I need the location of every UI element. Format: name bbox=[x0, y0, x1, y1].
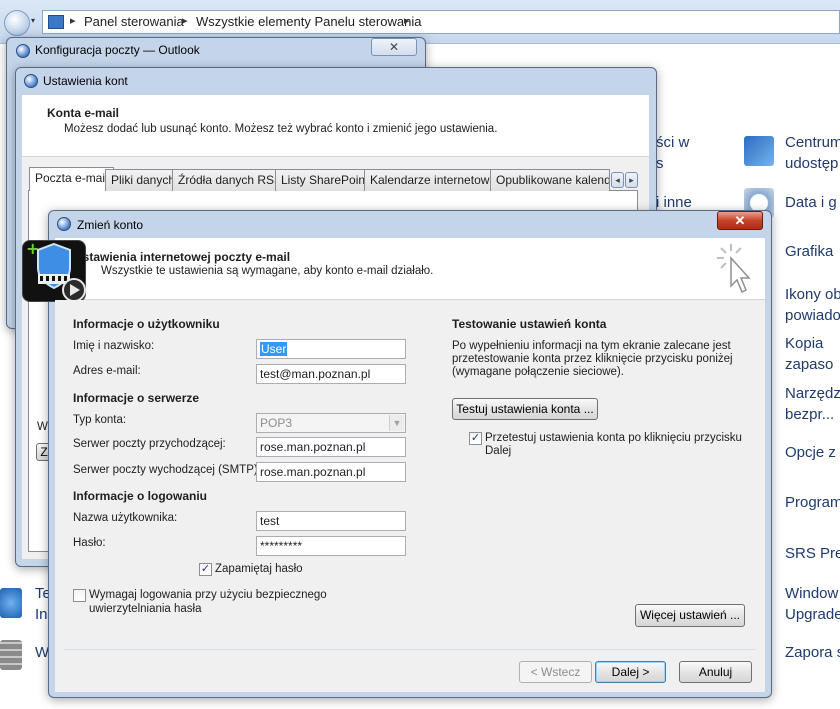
cp-item-tools-2[interactable]: bezpr... bbox=[785, 404, 834, 425]
spa-label-line1: Wymagaj logowania przy użyciu bezpieczne… bbox=[89, 589, 327, 601]
account-type-value: POP3 bbox=[260, 416, 293, 430]
cp-item-options[interactable]: Opcje z bbox=[785, 442, 836, 463]
cp-item-network-center-2[interactable]: udostęp bbox=[785, 153, 838, 174]
password-label: Hasło: bbox=[73, 537, 106, 549]
cp-item-programs[interactable]: Program bbox=[785, 492, 840, 513]
cp-item-fragment-left[interactable]: In bbox=[35, 604, 48, 625]
dialog-header-description: Wszystkie te ustawienia są wymagane, aby… bbox=[101, 265, 434, 277]
click-cursor-icon bbox=[717, 244, 751, 294]
tab-email[interactable]: Poczta e-mail bbox=[29, 167, 114, 191]
tab-rss-feeds[interactable]: Źródła danych RSS bbox=[172, 169, 289, 191]
outlook-icon bbox=[16, 44, 30, 58]
cp-item-windows-upgrade-2[interactable]: Upgrade bbox=[785, 604, 840, 625]
cp-item-notification-icons[interactable]: Ikony ob bbox=[785, 284, 840, 305]
shield-play-icon: + bbox=[26, 240, 86, 302]
name-label: Imię i nazwisko: bbox=[73, 340, 155, 352]
back-nav-button[interactable] bbox=[4, 10, 30, 36]
name-input[interactable]: User bbox=[256, 339, 406, 359]
server-info-heading: Informacje o serwerze bbox=[73, 391, 200, 405]
auto-test-label-line2: Dalej bbox=[485, 445, 512, 457]
spa-checkbox[interactable] bbox=[73, 589, 86, 602]
breadcrumb-separator-icon: ▸ bbox=[182, 15, 188, 27]
breadcrumb-separator-icon: ▸ bbox=[70, 15, 76, 27]
cp-item-backup-2[interactable]: zapaso bbox=[785, 354, 833, 375]
dialog-header-title: Ustawienia internetowej poczty e-mail bbox=[74, 250, 291, 264]
cp-item-tools[interactable]: Narzędz bbox=[785, 383, 840, 404]
remember-password-checkbox[interactable]: ✓ bbox=[199, 563, 212, 576]
auto-test-checkbox[interactable]: ✓ bbox=[469, 432, 482, 445]
nav-dropdown-icon[interactable]: ▾ bbox=[31, 16, 41, 26]
tab-published-calendars[interactable]: Opublikowane kalendar... bbox=[490, 169, 610, 191]
password-input[interactable]: ********* bbox=[256, 536, 406, 556]
internet-options-icon bbox=[0, 588, 22, 618]
change-account-icon bbox=[57, 217, 71, 231]
auto-test-label-line1: Przetestuj ustawienia konta po kliknięci… bbox=[485, 432, 742, 444]
firewall-wall-icon bbox=[0, 640, 22, 670]
test-settings-heading: Testowanie ustawień konta bbox=[452, 317, 607, 331]
network-center-icon bbox=[744, 136, 774, 166]
footer-divider bbox=[64, 649, 756, 650]
email-label: Adres e-mail: bbox=[73, 365, 141, 377]
more-settings-button[interactable]: Więcej ustawień ... bbox=[635, 604, 745, 627]
cp-item-firewall[interactable]: Zapora s bbox=[785, 642, 840, 663]
tab-data-files[interactable]: Pliki danych bbox=[105, 169, 182, 191]
account-settings-title: Ustawienia kont bbox=[43, 74, 128, 88]
cp-item-network-center[interactable]: Centrum bbox=[785, 132, 840, 153]
email-input[interactable]: test@man.poznan.pl bbox=[256, 364, 406, 384]
change-account-close-button[interactable]: ✕ bbox=[717, 211, 763, 230]
control-panel-icon bbox=[48, 15, 64, 29]
username-label: Nazwa użytkownika: bbox=[73, 512, 178, 524]
user-info-heading: Informacje o użytkowniku bbox=[73, 317, 220, 331]
cancel-button[interactable]: Anuluj bbox=[679, 661, 752, 683]
back-button[interactable]: < Wstecz bbox=[519, 661, 592, 683]
tab-sharepoint-lists[interactable]: Listy SharePoint bbox=[275, 169, 375, 191]
accounts-fragment-label: W bbox=[37, 421, 48, 433]
spa-label-line2: uwierzytelniania hasła bbox=[89, 603, 202, 615]
cp-item-graphics[interactable]: Grafika bbox=[785, 241, 833, 262]
test-description-line3: (wymagane połączenie sieciowe). bbox=[452, 366, 624, 378]
login-info-heading: Informacje o logowaniu bbox=[73, 489, 208, 503]
test-description-line2: przetestowanie konta przez kliknięcie pr… bbox=[452, 353, 733, 365]
mail-config-close-button[interactable]: ✕ bbox=[371, 38, 417, 56]
email-accounts-description: Możesz dodać lub usunąć konto. Możesz te… bbox=[64, 123, 498, 135]
test-account-settings-button[interactable]: Testuj ustawienia konta ... bbox=[452, 398, 598, 420]
outgoing-server-input[interactable]: rose.man.poznan.pl bbox=[256, 462, 406, 482]
email-accounts-heading: Konta e-mail bbox=[47, 106, 120, 120]
outgoing-server-label: Serwer poczty wychodzącej (SMTP): bbox=[73, 464, 261, 476]
tab-scroll-left-button[interactable]: ◂ bbox=[611, 172, 624, 188]
cp-item-srs[interactable]: SRS Pre bbox=[785, 543, 840, 564]
incoming-server-input[interactable]: rose.man.poznan.pl bbox=[256, 437, 406, 457]
test-description-line1: Po wypełnieniu informacji na tym ekranie… bbox=[452, 340, 731, 352]
account-settings-icon bbox=[24, 74, 38, 88]
cp-item-fragment[interactable]: s bbox=[656, 153, 664, 174]
cp-item-windows-upgrade[interactable]: Window bbox=[785, 583, 838, 604]
tab-internet-calendars[interactable]: Kalendarze internetowe bbox=[364, 169, 503, 191]
cp-item-fragment[interactable]: ści w bbox=[656, 132, 689, 153]
breadcrumb-all-items[interactable]: Wszystkie elementy Panelu sterowania bbox=[196, 14, 421, 29]
incoming-server-label: Serwer poczty przychodzącej: bbox=[73, 438, 226, 450]
tab-scroll-right-button[interactable]: ▸ bbox=[625, 172, 638, 188]
account-type-select: POP3 bbox=[256, 413, 406, 433]
cp-item-backup[interactable]: Kopia bbox=[785, 333, 823, 354]
breadcrumb-separator-icon: ▸ bbox=[404, 15, 410, 27]
remember-password-label: Zapamiętaj hasło bbox=[215, 563, 303, 575]
cp-item-notification-icons-2[interactable]: powiado bbox=[785, 305, 840, 326]
breadcrumb-control-panel[interactable]: Panel sterowania bbox=[84, 14, 184, 29]
mail-config-title: Konfiguracja poczty — Outlook bbox=[35, 43, 200, 57]
account-type-label: Typ konta: bbox=[73, 414, 127, 426]
next-button[interactable]: Dalej > bbox=[595, 661, 666, 683]
chevron-down-icon: ▼ bbox=[389, 415, 404, 431]
username-input[interactable]: test bbox=[256, 511, 406, 531]
change-account-title: Zmień konto bbox=[77, 218, 144, 232]
name-input-value: User bbox=[260, 342, 288, 356]
cp-item-date-time[interactable]: Data i g bbox=[785, 192, 837, 213]
